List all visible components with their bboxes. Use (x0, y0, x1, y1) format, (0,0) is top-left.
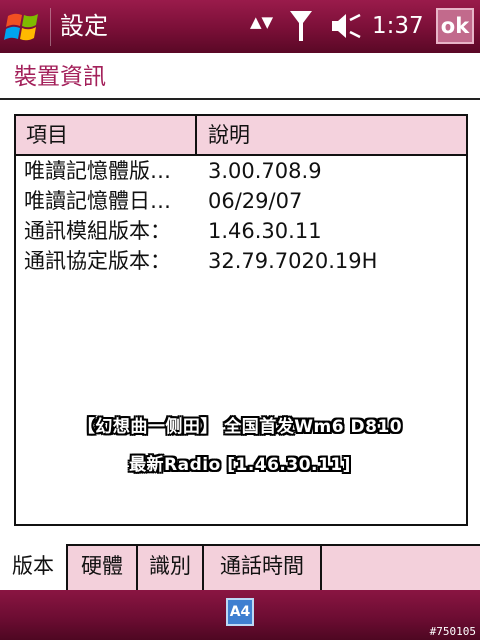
list-row[interactable]: 通訊模組版本： 1.46.30.11 (16, 216, 466, 246)
input-panel-icon[interactable]: A4 (226, 598, 254, 626)
row-value: 1.46.30.11 (208, 219, 322, 243)
row-label: 通訊協定版本： (24, 249, 171, 273)
title-bar: 設定 ▲▼ 1:37 ok (0, 0, 480, 53)
list-row[interactable]: 唯讀記憶體日… 06/29/07 (16, 186, 466, 216)
row-label: 通訊模組版本： (24, 219, 171, 243)
volume-icon[interactable] (330, 11, 364, 41)
watermark: #750105 (429, 625, 476, 638)
column-divider[interactable] (195, 116, 197, 154)
tab-hardware[interactable]: 硬體 (68, 544, 138, 590)
row-label: 唯讀記憶體版… (24, 159, 171, 183)
heading-divider (0, 98, 480, 100)
tab-version[interactable]: 版本 (0, 544, 68, 590)
list-header: 項目 說明 (16, 116, 466, 156)
windows-start-icon[interactable] (2, 6, 46, 48)
list-row[interactable]: 通訊協定版本： 32.79.7020.19H (16, 246, 466, 276)
list-row[interactable]: 唯讀記憶體版… 3.00.708.9 (16, 156, 466, 186)
ok-button[interactable]: ok (436, 8, 474, 44)
signal-antenna-icon[interactable] (288, 9, 314, 43)
row-value: 3.00.708.9 (208, 159, 322, 183)
app-title: 設定 (60, 12, 108, 40)
column-header-item[interactable]: 項目 (26, 116, 186, 154)
overlay-caption-line1: 【幻想曲一侧田】 全国首发Wm6 D810 (77, 417, 403, 437)
column-header-description[interactable]: 說明 (208, 116, 448, 154)
sync-arrows-icon[interactable]: ▲▼ (250, 13, 273, 31)
row-label: 唯讀記憶體日… (24, 189, 171, 213)
clock[interactable]: 1:37 (372, 10, 424, 42)
tab-identification[interactable]: 識別 (138, 544, 204, 590)
overlay-caption-line2: 最新Radio [1.46.30.11] (129, 455, 351, 475)
title-separator (50, 8, 51, 46)
page-title: 裝置資訊 (14, 64, 106, 90)
tab-call-time[interactable]: 通話時間 (204, 544, 322, 590)
row-value: 06/29/07 (208, 189, 303, 213)
tab-strip: 版本 硬體 識別 通話時間 (0, 544, 480, 590)
row-value: 32.79.7020.19H (208, 249, 378, 273)
